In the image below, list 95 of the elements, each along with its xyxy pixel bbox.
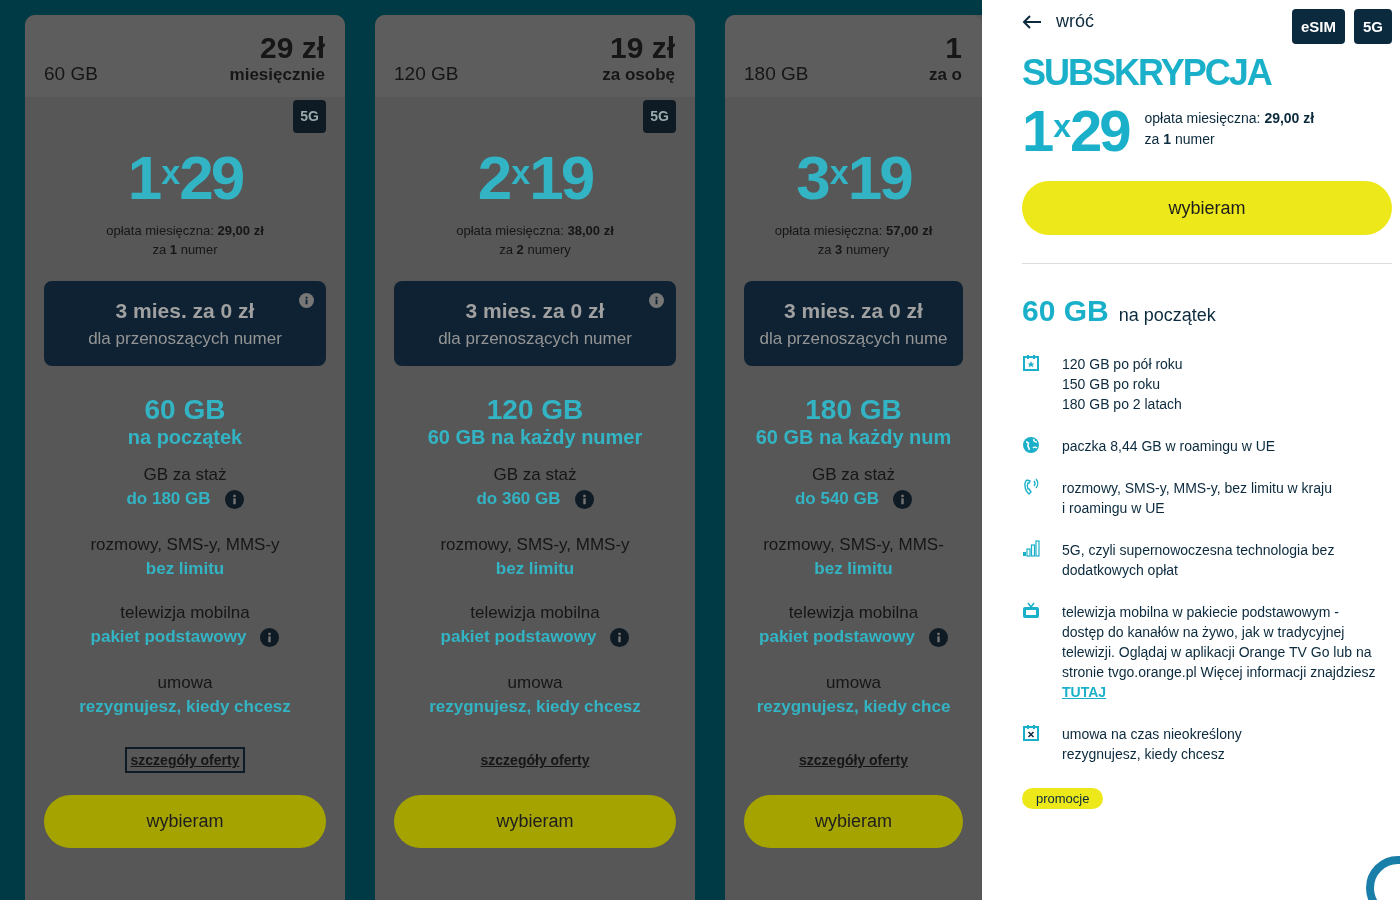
monthly-fee: opłata miesięczna: 57,00 zł: [774, 222, 933, 241]
plan-multiplier: 2$^{x}$19: [477, 142, 593, 212]
data-note: 60 GB na każdy num: [755, 426, 952, 450]
plan-price: 1: [945, 31, 962, 65]
numbers-count: za 2 numery: [499, 241, 571, 260]
feature-value: do 360 GB: [476, 489, 561, 510]
data-amount: 60 GB: [1022, 294, 1109, 329]
plan-data: 120 GB: [394, 63, 459, 85]
monthly-fee: opłata miesięczna: 29,00 zł: [1144, 108, 1315, 128]
feature-label: GB za staż: [493, 465, 577, 486]
data-note: na początek: [127, 426, 243, 450]
feature-badge: 5G: [1354, 9, 1392, 44]
phone-icon: [1022, 478, 1040, 497]
numbers-count: za 3 numery: [817, 241, 890, 260]
feature-label: GB za staż: [811, 465, 896, 486]
promotions-tag: promocje: [1022, 788, 1104, 810]
network-badge: 5G: [293, 100, 326, 133]
plan-data: 60 GB: [44, 63, 98, 85]
data-amount: 120 GB: [486, 394, 584, 427]
feature-value: rezygnujesz, kiedy chcesz: [79, 697, 291, 718]
select-button[interactable]: wybieram: [394, 795, 676, 849]
feature-label: telewizja mobilna: [788, 603, 919, 624]
network-badge: 5G: [643, 100, 676, 133]
feature-value: pakiet podstawowy: [440, 627, 597, 648]
globe-icon: [1022, 436, 1040, 455]
feature-text: paczka 8,44 GB w roamingu w UE: [1062, 437, 1276, 457]
feature-label: telewizja mobilna: [120, 603, 250, 624]
feature-text: 5G, czyli supernowoczesna technologia bez: [1062, 541, 1335, 561]
promo-subtitle: dla przenoszących numer: [438, 328, 632, 349]
plan-multiplier: 3$^{x}$19: [796, 142, 911, 212]
feature-label: rozmowy, SMS-y, MMS-: [763, 535, 944, 556]
plan-multiplier: 1$^{x}$29: [1022, 97, 1129, 162]
info-icon[interactable]: [260, 627, 280, 647]
data-note: 60 GB na każdy numer: [427, 426, 643, 450]
feature-label: telewizja mobilna: [470, 603, 600, 624]
feature-value: rezygnujesz, kiedy chce: [756, 697, 951, 718]
feature-text: 180 GB po 2 latach: [1062, 395, 1183, 415]
monthly-fee: opłata miesięczna: 29,00 zł: [106, 222, 264, 241]
tv-icon: [1022, 602, 1040, 621]
signal-bars-icon: [1022, 540, 1040, 559]
plan-multiplier: 1$^{x}$29: [127, 142, 243, 212]
promo-title: 3 mies. za 0 zł: [115, 298, 255, 323]
feature-label: rozmowy, SMS-y, MMS-y: [440, 535, 630, 556]
numbers-count: za 1 numer: [1144, 129, 1216, 149]
feature-text: dodatkowych opłat: [1062, 561, 1179, 581]
feature-value: rezygnujesz, kiedy chcesz: [429, 697, 641, 718]
feature-text: 150 GB po roku: [1062, 375, 1162, 395]
info-icon[interactable]: [299, 293, 314, 309]
info-icon[interactable]: [928, 627, 948, 647]
info-icon[interactable]: [649, 293, 664, 309]
data-note: na początek: [1118, 305, 1216, 327]
feature-value: do 180 GB: [126, 489, 211, 510]
feature-label: umowa: [826, 673, 881, 694]
promo-title: 3 mies. za 0 zł: [465, 298, 605, 323]
calendar-x-icon: [1022, 724, 1040, 743]
feature-label: GB za staż: [143, 465, 227, 486]
feature-text: rozmowy, SMS-y, MMS-y, bez limitu w kraju: [1062, 479, 1332, 499]
feature-label: umowa: [507, 673, 563, 694]
select-button[interactable]: wybieram: [1022, 181, 1392, 236]
plan-price: 29 zł: [259, 31, 325, 65]
info-icon[interactable]: [224, 489, 244, 509]
feature-value: do 540 GB: [794, 489, 880, 510]
feature-label: umowa: [157, 673, 213, 694]
plan-price: 19 zł: [609, 31, 675, 65]
plan-data: 180 GB: [744, 63, 809, 85]
numbers-count: za 1 numer: [152, 241, 218, 260]
feature-text: 120 GB po pół roku: [1062, 355, 1183, 375]
price-note: miesięcznie: [229, 65, 325, 85]
select-button[interactable]: wybieram: [44, 795, 326, 849]
feature-text: telewizja mobilna w pakiecie podstawowym - dostęp do kanałów na żywo, jak w tradycyjnej telewizji. Oglądaj w aplikacji Orange TV Go lub na stronie tvgo.orange.pl Więcej informacji znajdziesz TUTAJ: [1062, 603, 1377, 703]
feature-badge: eSIM: [1291, 9, 1345, 44]
back-link[interactable]: wróć: [1022, 11, 1094, 32]
info-icon[interactable]: [893, 489, 913, 509]
promo-subtitle: dla przenoszących nume: [759, 328, 948, 349]
feature-value: bez limitu: [814, 559, 893, 580]
promo-subtitle: dla przenoszących numer: [88, 328, 282, 349]
monthly-fee: opłata miesięczna: 38,00 zł: [456, 222, 614, 241]
feature-text: umowa na czas nieokreślony: [1062, 725, 1242, 745]
feature-value: bez limitu: [495, 559, 575, 580]
price-note: za osobę: [602, 65, 675, 85]
select-button[interactable]: wybieram: [744, 795, 963, 849]
feature-label: rozmowy, SMS-y, MMS-y: [90, 535, 280, 556]
feature-value: pakiet podstawowy: [759, 627, 915, 648]
feature-text: rezygnujesz, kiedy chcesz: [1062, 745, 1226, 765]
info-icon[interactable]: [610, 627, 630, 647]
data-amount: 60 GB: [144, 394, 226, 427]
promo-title: 3 mies. za 0 zł: [784, 298, 923, 323]
feature-text: i roamingu w UE: [1062, 499, 1166, 519]
plan-title: SUBSKRYPCJA: [1022, 52, 1273, 94]
price-note: za o: [928, 65, 962, 85]
back-arrow-icon: [1022, 14, 1042, 29]
feature-value: bez limitu: [145, 559, 225, 580]
info-icon[interactable]: [574, 489, 594, 509]
data-amount: 180 GB: [805, 394, 902, 427]
feature-value: pakiet podstawowy: [90, 627, 247, 648]
